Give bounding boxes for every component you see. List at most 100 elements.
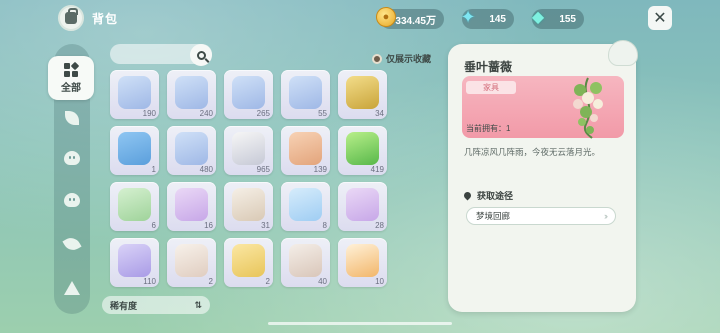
item-quantity: 28 (375, 221, 384, 230)
inventory-item-slot[interactable]: 265 (224, 70, 273, 119)
owned-count: 当前拥有：1 (466, 124, 511, 133)
item-quantity: 55 (318, 109, 327, 118)
location-pin-icon (462, 190, 473, 201)
inventory-item-slot[interactable]: 139 (281, 126, 330, 175)
inventory-item-slot[interactable]: 31 (224, 182, 273, 231)
item-description: 几阵凉风几阵雨，今夜无云落月光。 (464, 147, 601, 157)
potion-jar-icon (175, 76, 208, 109)
search-icon (196, 50, 206, 60)
item-quantity: 965 (256, 165, 270, 174)
sort-button[interactable]: 稀有度 ⇅ (102, 296, 210, 314)
voucher-cat-icon (232, 188, 265, 221)
all-grid-icon (64, 61, 80, 77)
pills-icon (232, 132, 265, 165)
sidebar-item-sprout[interactable] (54, 100, 90, 136)
crystal-heart-icon (289, 244, 322, 277)
item-quantity: 2 (208, 277, 213, 286)
sidebar-item-all[interactable]: 全部 (48, 56, 94, 100)
inventory-item-slot[interactable]: 8 (281, 182, 330, 231)
coin-value: 334.45万 (395, 15, 436, 27)
source-link-button[interactable]: 梦境回廊 ›› (466, 207, 616, 225)
sort-label: 稀有度 (110, 300, 138, 311)
backpack-icon (58, 5, 84, 31)
item-quantity: 8 (322, 221, 327, 230)
inventory-item-slot[interactable]: 10 (338, 238, 387, 287)
seed-sack-icon (346, 76, 379, 109)
inventory-item-slot[interactable]: 2 (224, 238, 273, 287)
close-button[interactable]: ✕ (648, 6, 672, 30)
inventory-item-slot[interactable]: 240 (167, 70, 216, 119)
inventory-item-slot[interactable]: 190 (110, 70, 159, 119)
inventory-item-slot[interactable]: 1 (110, 126, 159, 175)
item-quantity: 6 (151, 221, 156, 230)
item-quantity: 139 (313, 165, 327, 174)
ticket-card-icon (118, 132, 151, 165)
gold-coupon-icon (232, 244, 265, 277)
potion-jar-icon (232, 76, 265, 109)
inventory-item-slot[interactable]: 965 (224, 126, 273, 175)
inventory-item-slot[interactable]: 480 (167, 126, 216, 175)
gem-counter: ◆ 155 (532, 9, 584, 29)
page-title: 背包 (92, 12, 119, 26)
star-value: 145 (489, 13, 506, 25)
item-quantity: 2 (265, 277, 270, 286)
item-quantity: 190 (142, 109, 156, 118)
sprout-icon (65, 111, 79, 125)
item-quantity: 16 (204, 221, 213, 230)
leaf-icon (62, 234, 82, 254)
paw-cookie-icon (289, 132, 322, 165)
item-quantity: 10 (375, 277, 384, 286)
orange-coupon-icon (346, 244, 379, 277)
inventory-item-slot[interactable]: 28 (338, 182, 387, 231)
favorites-checkbox[interactable] (372, 53, 382, 64)
sort-icon: ⇅ (194, 299, 202, 310)
mascot-icon (608, 40, 638, 66)
item-category-tag: 家具 (466, 81, 516, 94)
coupon-card-icon (175, 244, 208, 277)
inventory-item-slot[interactable]: 16 (167, 182, 216, 231)
inventory-item-slot[interactable]: 34 (338, 70, 387, 119)
creature-icon (64, 151, 80, 165)
source-link-label: 梦境回廊 (476, 211, 511, 221)
inventory-item-slot[interactable]: 55 (281, 70, 330, 119)
star-icon: ✦ (460, 6, 476, 27)
item-quantity: 480 (199, 165, 213, 174)
inventory-item-slot[interactable]: 2 (167, 238, 216, 287)
gem-value: 155 (559, 13, 576, 25)
tree-icon (64, 281, 80, 295)
favorites-filter[interactable]: 仅展示收藏 (372, 52, 431, 65)
item-quantity: 240 (199, 109, 213, 118)
sidebar-item-leaf[interactable] (54, 226, 90, 262)
item-quantity: 265 (256, 109, 270, 118)
star-counter: ✦ 145 (460, 7, 514, 29)
item-quantity: 1 (151, 165, 156, 174)
close-icon: ✕ (653, 10, 667, 27)
inventory-item-slot[interactable]: 419 (338, 126, 387, 175)
voucher-blue-icon (289, 188, 322, 221)
favorites-filter-label: 仅展示收藏 (386, 54, 432, 64)
item-quantity: 31 (261, 221, 270, 230)
item-name: 垂叶蔷薇 (464, 60, 513, 74)
inventory-item-slot[interactable]: 40 (281, 238, 330, 287)
search-button[interactable] (190, 44, 212, 66)
inventory-item-slot[interactable]: 110 (110, 238, 159, 287)
sidebar-item-creature-face[interactable] (54, 182, 90, 218)
green-gem-icon (346, 132, 379, 165)
source-heading-label: 获取途径 (477, 191, 514, 201)
item-quantity: 40 (318, 277, 327, 286)
sidebar-item-creature[interactable] (54, 140, 90, 176)
creature-face-icon (64, 193, 80, 207)
voucher-violet-icon (118, 244, 151, 277)
home-indicator (268, 322, 452, 325)
voucher-green-icon (118, 188, 151, 221)
potion-jar-icon (175, 132, 208, 165)
potion-jar-icon (289, 76, 322, 109)
double-chevron-icon: ›› (604, 211, 608, 221)
inventory-item-slot[interactable]: 6 (110, 182, 159, 231)
sidebar-item-tree[interactable] (54, 270, 90, 306)
item-quantity: 34 (375, 109, 384, 118)
hanging-rose-plant-image (573, 77, 603, 139)
coin-counter: ● 334.45万 (376, 7, 444, 29)
voucher-purple-icon (346, 188, 379, 221)
coin-icon: ● (376, 7, 396, 27)
